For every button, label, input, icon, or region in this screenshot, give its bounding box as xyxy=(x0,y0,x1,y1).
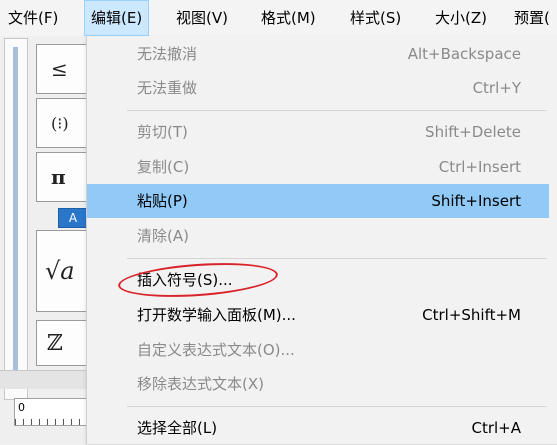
menu-size[interactable]: 大小(Z) xyxy=(429,0,493,36)
palette-brackets-button[interactable]: (⁝) xyxy=(36,98,88,148)
menu-edit[interactable]: 编辑(E) xyxy=(84,0,150,36)
menu-item-shortcut: Ctrl+Shift+M xyxy=(422,306,521,324)
less-equal-icon: ≤ xyxy=(51,57,68,81)
palette-tab-tag[interactable]: A xyxy=(58,208,88,228)
menu-view[interactable]: 视图(V) xyxy=(170,0,234,36)
menu-item-paste[interactable]: 粘贴(P) Shift+Insert xyxy=(87,184,549,218)
sqrt-icon: √a xyxy=(45,257,75,285)
ruler-zero-label: 0 xyxy=(18,401,25,414)
menu-item-cut[interactable]: 剪切(T) Shift+Delete xyxy=(87,115,549,149)
menu-preferences[interactable]: 预置( xyxy=(508,0,556,36)
menu-item-label: 粘贴(P) xyxy=(137,192,188,210)
ruler: 0 xyxy=(14,398,96,426)
palette-sets-button[interactable]: ℤ xyxy=(36,320,88,366)
menu-item-label: 选择全部(L) xyxy=(137,419,218,437)
menu-bar: 文件(F) 编辑(E) 视图(V) 格式(M) 样式(S) 大小(Z) 预置( xyxy=(0,0,557,37)
menu-separator xyxy=(127,406,547,407)
menu-item-select-all[interactable]: 选择全部(L) Ctrl+A xyxy=(87,411,549,445)
menu-item-label: 自定义表达式文本(O)... xyxy=(137,341,295,359)
menu-separator xyxy=(127,110,547,111)
menu-item-shortcut: Alt+Backspace xyxy=(407,45,521,63)
menu-item-custom-expression-text[interactable]: 自定义表达式文本(O)... xyxy=(87,333,549,367)
ruler-ticks xyxy=(15,419,95,425)
palette-greek-button[interactable]: π xyxy=(36,152,88,202)
palette-radical-button[interactable]: √a xyxy=(36,230,88,312)
menu-item-shortcut: Ctrl+Insert xyxy=(438,158,521,176)
left-toolbar-strip xyxy=(4,38,28,400)
menu-item-clear[interactable]: 清除(A) xyxy=(87,219,549,253)
menu-item-label: 剪切(T) xyxy=(137,123,188,141)
menu-item-math-input-panel[interactable]: 打开数学输入面板(M)... Ctrl+Shift+M xyxy=(87,298,549,332)
menu-item-label: 清除(A) xyxy=(137,227,189,245)
menu-item-remove-expression-text[interactable]: 移除表达式文本(X) xyxy=(87,367,549,401)
palette-relation-button[interactable]: ≤ xyxy=(36,44,88,94)
menu-style[interactable]: 样式(S) xyxy=(344,0,407,36)
menu-item-label: 插入符号(S)... xyxy=(137,271,233,289)
menu-item-label: 复制(C) xyxy=(137,158,190,176)
menu-item-label: 无法重做 xyxy=(137,79,198,97)
menu-item-copy[interactable]: 复制(C) Ctrl+Insert xyxy=(87,150,549,184)
menu-item-redo[interactable]: 无法重做 Ctrl+Y xyxy=(87,71,549,105)
menu-item-shortcut: Shift+Delete xyxy=(425,123,521,141)
menu-item-shortcut: Ctrl+A xyxy=(471,419,521,437)
menu-item-label: 打开数学输入面板(M)... xyxy=(137,306,296,324)
menu-item-insert-symbol[interactable]: 插入符号(S)... xyxy=(87,263,549,297)
menu-format[interactable]: 格式(M) xyxy=(255,0,322,36)
menu-item-label: 无法撤消 xyxy=(137,45,198,63)
edit-dropdown-menu: 无法撤消 Alt+Backspace 无法重做 Ctrl+Y 剪切(T) Shi… xyxy=(86,36,557,444)
brackets-icon: (⁝) xyxy=(51,113,69,133)
menu-item-shortcut: Shift+Insert xyxy=(431,192,521,210)
menu-item-undo[interactable]: 无法撤消 Alt+Backspace xyxy=(87,37,549,71)
menu-file[interactable]: 文件(F) xyxy=(2,0,64,36)
pi-icon: π xyxy=(51,165,66,189)
menu-item-label: 移除表达式文本(X) xyxy=(137,375,264,393)
integers-icon: ℤ xyxy=(47,330,64,356)
menu-item-shortcut: Ctrl+Y xyxy=(472,79,521,97)
menu-separator xyxy=(127,258,547,259)
